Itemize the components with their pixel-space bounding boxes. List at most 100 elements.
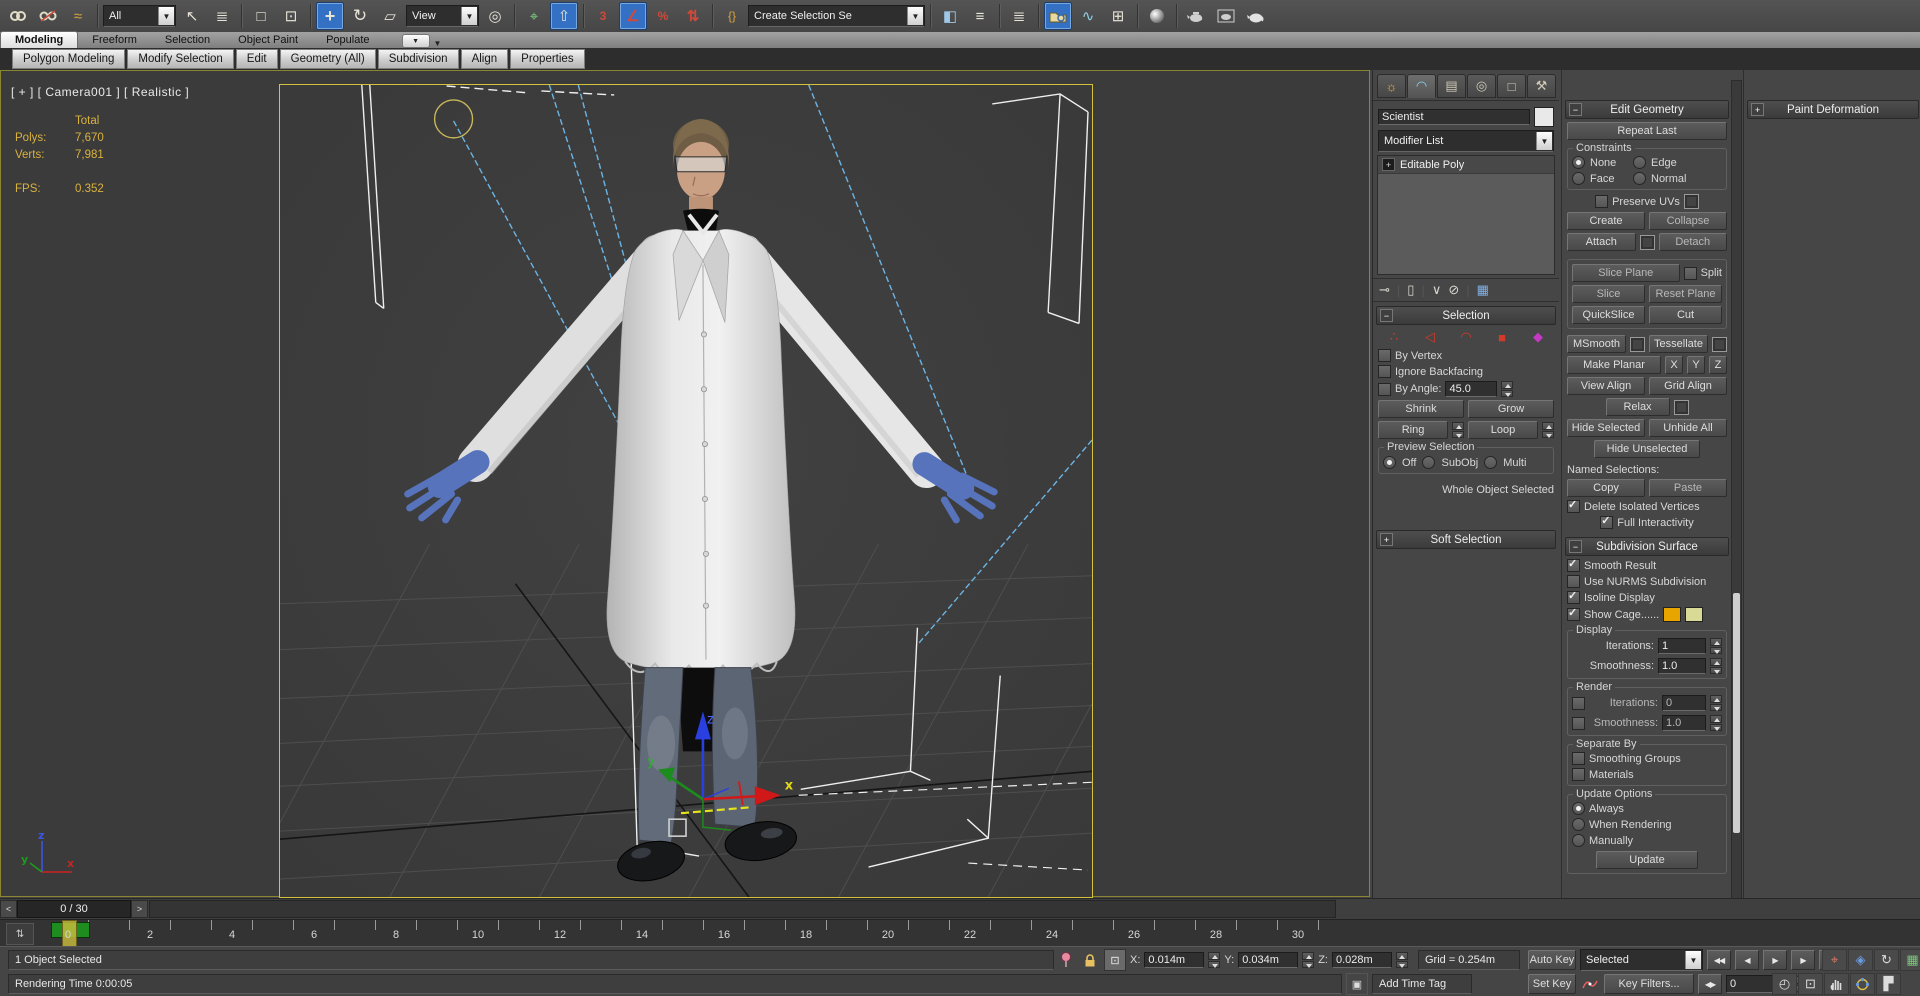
select-and-manipulate-icon[interactable]: ⌖ (520, 2, 548, 30)
expand-icon[interactable]: + (1382, 158, 1395, 171)
x-coordinate-field[interactable]: 0.014m (1144, 952, 1205, 968)
camera-safe-frame[interactable]: z y x (239, 84, 1179, 898)
selection-lock-icon[interactable] (1080, 950, 1100, 970)
tab-create[interactable]: ☼ (1377, 74, 1406, 98)
detach-button[interactable]: Detach (1658, 233, 1727, 251)
angle-snap-icon[interactable]: ∠ (619, 2, 647, 30)
update-manually-radio[interactable] (1572, 834, 1585, 847)
display-iterations-field[interactable]: 1 (1658, 638, 1706, 654)
split-checkbox[interactable] (1683, 266, 1697, 280)
display-smoothness-field[interactable]: 1.0 (1658, 658, 1706, 674)
auto-key-button[interactable]: Auto Key (1528, 950, 1576, 970)
tab-modeling[interactable]: Modeling (0, 31, 79, 48)
attach-button[interactable]: Attach (1567, 233, 1636, 251)
use-nurms-checkbox[interactable] (1567, 575, 1580, 588)
track-bar-ruler[interactable]: ⇅ 02 46 8 10 12 14 16 18 20 22 24 26 28 30 (0, 919, 1920, 948)
preserve-uvs-checkbox[interactable] (1595, 195, 1609, 208)
unhide-all-button[interactable]: Unhide All (1649, 419, 1727, 437)
hide-unselected-button[interactable]: Hide Unselected (1594, 440, 1700, 458)
rollout-edit-geometry[interactable]: − Edit Geometry (1565, 100, 1729, 119)
constraint-normal-radio[interactable] (1633, 172, 1646, 185)
quickslice-button[interactable]: QuickSlice (1572, 306, 1645, 324)
attach-settings-button[interactable] (1639, 234, 1655, 250)
zoom-button[interactable]: ⌖ (1822, 949, 1847, 971)
planar-z-button[interactable]: Z (1709, 356, 1727, 374)
add-time-tag[interactable]: Add Time Tag (1372, 974, 1472, 994)
repeat-last-button[interactable]: Repeat Last (1567, 122, 1727, 140)
slice-button[interactable]: Slice (1572, 285, 1645, 303)
key-mode-toggle[interactable]: ◀▶ (1698, 974, 1722, 994)
reset-plane-button[interactable]: Reset Plane (1649, 285, 1722, 303)
y-coordinate-field[interactable]: 0.034m (1238, 952, 1299, 968)
update-button[interactable]: Update (1596, 851, 1698, 869)
mini-curve-editor-button[interactable]: ⇅ (6, 923, 34, 945)
make-unique-icon[interactable]: ∨ (1432, 282, 1442, 298)
previous-frame-arrow[interactable]: < (0, 900, 17, 918)
loop-spinner[interactable] (1542, 422, 1554, 438)
panel-properties[interactable]: Properties (510, 49, 585, 69)
chevron-down-icon[interactable]: ▼ (1685, 951, 1701, 969)
z-coordinate-field[interactable]: 0.028m (1331, 952, 1392, 968)
selection-set-key-dropdown[interactable]: Selected ▼ (1580, 949, 1703, 971)
pan-view-button[interactable] (1824, 973, 1849, 995)
rollout-soft-selection[interactable]: + Soft Selection (1376, 530, 1556, 549)
show-cage-checkbox[interactable] (1567, 606, 1580, 621)
subobject-vertex-icon[interactable]: ∴ (1382, 328, 1406, 346)
view-align-button[interactable]: View Align (1567, 377, 1645, 395)
spinner-snap-icon[interactable]: ⇅ (679, 2, 707, 30)
panel-edit[interactable]: Edit (235, 49, 278, 69)
show-end-result-icon[interactable]: ▯ (1407, 282, 1414, 298)
panel-scrollbar[interactable] (1731, 80, 1742, 936)
rollout-paint-deformation[interactable]: + Paint Deformation (1747, 100, 1919, 119)
cage-color-swatch-1[interactable] (1663, 607, 1682, 622)
panel-subdivision[interactable]: Subdivision (377, 49, 459, 69)
preview-off-radio[interactable] (1383, 456, 1396, 469)
rollout-selection[interactable]: − Selection (1376, 306, 1556, 325)
by-vertex-checkbox[interactable] (1378, 349, 1391, 362)
ring-button[interactable]: Ring (1378, 421, 1448, 439)
prompt-pin-icon[interactable] (1056, 950, 1076, 970)
collapse-button[interactable]: Collapse (1649, 212, 1727, 230)
render-smoothness-spinner[interactable] (1710, 715, 1722, 731)
ignore-backfacing-checkbox[interactable] (1378, 365, 1391, 378)
current-frame-display[interactable]: 0 / 30 (17, 900, 131, 918)
tab-object-paint[interactable]: Object Paint (224, 32, 312, 48)
tab-populate[interactable]: Populate (312, 32, 383, 48)
next-frame-button[interactable]: ▶ (1791, 950, 1815, 970)
align-icon[interactable]: ≡ (966, 2, 994, 30)
isoline-display-checkbox[interactable] (1567, 589, 1580, 604)
constraint-edge-radio[interactable] (1633, 156, 1646, 169)
tab-motion[interactable]: ◎ (1467, 74, 1496, 98)
select-and-scale-icon[interactable]: ▱ (376, 2, 404, 30)
chevron-down-icon[interactable]: ▼ (461, 7, 477, 25)
camera-viewport[interactable]: [ + ] [ Camera001 ] [ Realistic ] Total … (0, 70, 1370, 898)
render-production-icon[interactable] (1242, 2, 1270, 30)
render-smoothness-field[interactable]: 1.0 (1662, 715, 1706, 731)
x-spinner[interactable] (1208, 952, 1221, 968)
shrink-button[interactable]: Shrink (1378, 400, 1464, 418)
tab-hierarchy[interactable]: ▤ (1437, 74, 1466, 98)
hide-selected-button[interactable]: Hide Selected (1567, 419, 1645, 437)
select-by-name-icon[interactable]: ≣ (208, 2, 236, 30)
time-slider-track[interactable] (149, 900, 1336, 918)
paste-button[interactable]: Paste (1649, 479, 1727, 497)
rendered-frame-window-icon[interactable] (1212, 2, 1240, 30)
set-key-button[interactable]: Set Key (1528, 974, 1576, 994)
key-filters-button[interactable]: Key Filters... (1604, 974, 1694, 994)
rectangular-selection-region-icon[interactable]: □ (247, 2, 275, 30)
by-angle-checkbox[interactable] (1378, 382, 1391, 396)
curve-editor-icon[interactable]: ∿ (1074, 2, 1102, 30)
unlink-icon[interactable] (34, 2, 62, 30)
subobject-edge-icon[interactable]: ◁ (1418, 328, 1442, 346)
selection-filter-dropdown[interactable]: All ▼ (103, 5, 176, 27)
maximize-viewport-toggle[interactable]: ▛ (1876, 973, 1901, 995)
modifier-stack[interactable]: + Editable Poly (1377, 155, 1555, 275)
time-configuration-button[interactable]: ◴ (1772, 973, 1797, 995)
subobject-polygon-icon[interactable]: ■ (1490, 328, 1514, 346)
panel-geometry-all[interactable]: Geometry (All) (279, 49, 376, 69)
display-smoothness-spinner[interactable] (1710, 658, 1722, 674)
chevron-down-icon[interactable]: ▼ (907, 7, 923, 25)
absolute-offset-toggle-icon[interactable]: ⊡ (1104, 949, 1126, 971)
mirror-icon[interactable]: ◧ (936, 2, 964, 30)
cut-button[interactable]: Cut (1649, 306, 1722, 324)
